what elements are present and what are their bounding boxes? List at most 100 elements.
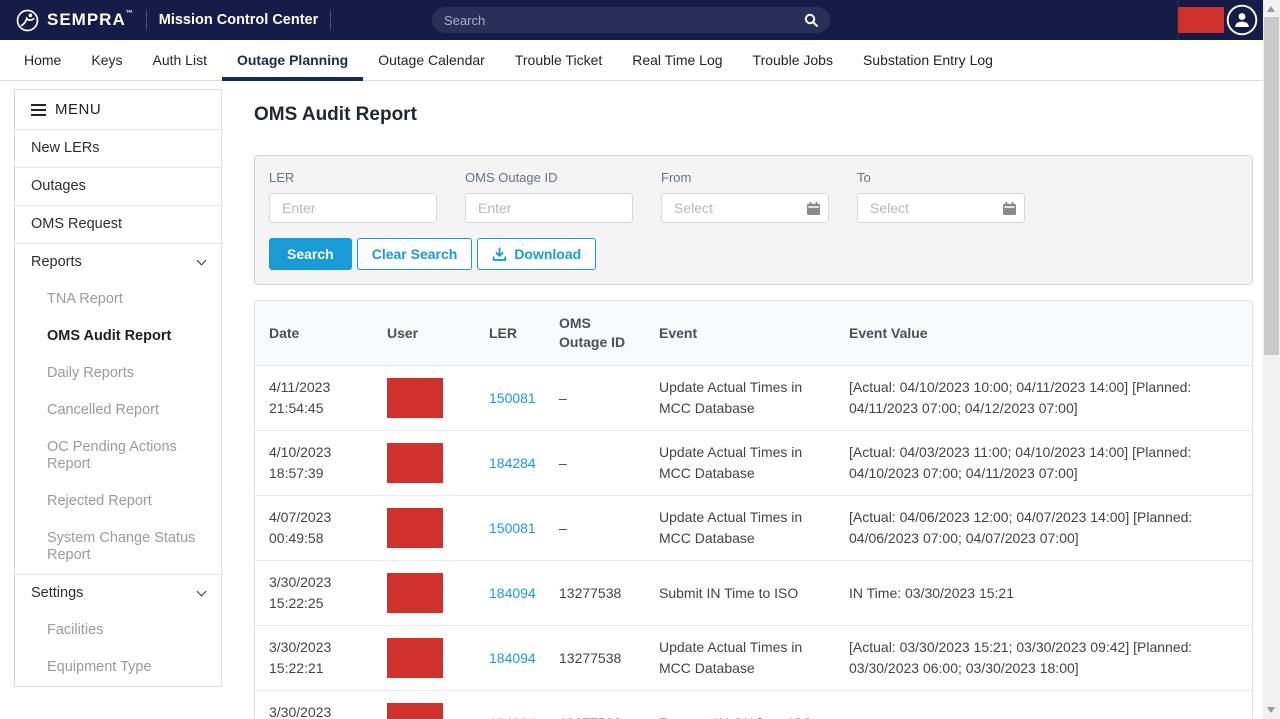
filter-field-from: From — [661, 170, 829, 223]
filter-field-ler: LER — [269, 170, 437, 223]
sidebar-item-label: Reports — [31, 254, 198, 271]
cell-ler: 184094 — [475, 626, 545, 691]
brand-name: SEMPRA™ — [47, 10, 134, 30]
date-value: 3/30/2023 — [269, 702, 365, 719]
chevron-down-icon — [197, 587, 207, 597]
sidebar-item-settings[interactable]: Settings — [15, 574, 221, 612]
calendar-icon[interactable] — [1003, 202, 1016, 215]
ler-link[interactable]: 150081 — [489, 390, 536, 406]
download-button-label: Download — [514, 246, 581, 262]
date-value: 4/10/2023 — [269, 442, 365, 463]
sidebar-item-new-lers[interactable]: New LERs — [15, 129, 221, 167]
redacted-username — [1178, 7, 1224, 33]
search-button[interactable]: Search — [269, 238, 352, 270]
sidebar-item-label: OMS Request — [31, 216, 205, 233]
cell-user — [373, 561, 475, 626]
table-row: 4/10/202318:57:39184284–Update Actual Ti… — [255, 431, 1252, 496]
ler-link[interactable]: 184284 — [489, 455, 536, 471]
cell-date: 3/30/202315:22:07 — [255, 691, 373, 719]
filter-field-to: To — [857, 170, 1025, 223]
nav-tabs: HomeKeysAuth ListOutage PlanningOutage C… — [0, 40, 1280, 81]
time-value: 15:22:21 — [269, 658, 365, 679]
sidebar-item-facilities[interactable]: Facilities — [15, 612, 221, 649]
sidebar-item-label: OMS Audit Report — [47, 328, 205, 345]
calendar-icon[interactable] — [807, 202, 820, 215]
table-row: 4/11/202321:54:45150081–Update Actual Ti… — [255, 366, 1252, 431]
redacted-user — [387, 703, 443, 719]
ler-link[interactable]: 184094 — [489, 715, 536, 719]
cell-oms-outage-id: – — [545, 366, 645, 431]
sidebar-item-rejected-report[interactable]: Rejected Report — [15, 483, 221, 520]
date-value: 4/07/2023 — [269, 507, 365, 528]
time-value: 15:22:25 — [269, 593, 365, 614]
sidebar-item-reports[interactable]: Reports — [15, 243, 221, 281]
to-input[interactable] — [870, 200, 999, 216]
ler-link[interactable]: 184094 — [489, 650, 536, 666]
ler-link[interactable]: 150081 — [489, 520, 536, 536]
table-row: 3/30/202315:22:0718409413277538Request I… — [255, 691, 1252, 719]
sidebar-item-label: Equipment Type — [47, 659, 205, 676]
cell-event-value: [Actual: 04/06/2023 12:00; 04/07/2023 14… — [835, 496, 1252, 561]
chevron-down-icon — [197, 256, 207, 266]
cell-ler: 150081 — [475, 496, 545, 561]
tab-trouble-jobs[interactable]: Trouble Jobs — [738, 40, 848, 80]
tab-auth-list[interactable]: Auth List — [137, 40, 221, 80]
sidebar-item-oc-pending-actions-report[interactable]: OC Pending Actions Report — [15, 429, 221, 483]
scrollbar-thumb[interactable] — [1264, 17, 1279, 355]
time-value: 21:54:45 — [269, 398, 365, 419]
clear-search-button[interactable]: Clear Search — [357, 238, 473, 270]
sidebar-item-outages[interactable]: Outages — [15, 167, 221, 205]
field-label: To — [857, 170, 1025, 185]
oms-outage-id-input[interactable] — [478, 200, 624, 216]
global-search[interactable] — [432, 7, 830, 33]
tab-real-time-log[interactable]: Real Time Log — [617, 40, 737, 80]
sidebar-item-tna-report[interactable]: TNA Report — [15, 281, 221, 318]
sidebar-item-oms-request[interactable]: OMS Request — [15, 205, 221, 243]
sidebar: MENU New LERsOutages OMS Request Reports TN… — [14, 89, 222, 687]
menu-toggle[interactable]: MENU — [15, 90, 221, 129]
cell-ler: 184284 — [475, 431, 545, 496]
cell-oms-outage-id: – — [545, 496, 645, 561]
tab-home[interactable]: Home — [9, 40, 76, 80]
ler-link[interactable]: 184094 — [489, 585, 536, 601]
tab-substation-entry-log[interactable]: Substation Entry Log — [848, 40, 1008, 80]
vertical-scrollbar[interactable] — [1263, 0, 1280, 719]
cell-date: 3/30/202315:22:25 — [255, 561, 373, 626]
redacted-user — [387, 378, 443, 418]
tab-outage-planning[interactable]: Outage Planning — [222, 40, 363, 80]
ler-input[interactable] — [282, 200, 428, 216]
search-icon[interactable] — [804, 13, 818, 27]
cell-date: 4/11/202321:54:45 — [255, 366, 373, 431]
sidebar-item-cancelled-report[interactable]: Cancelled Report — [15, 392, 221, 429]
time-value: 18:57:39 — [269, 463, 365, 484]
app-title: Mission Control Center — [159, 12, 319, 28]
cell-ler: 184094 — [475, 561, 545, 626]
tab-trouble-ticket[interactable]: Trouble Ticket — [500, 40, 617, 80]
menu-label: MENU — [55, 101, 101, 118]
field-label: OMS Outage ID — [465, 170, 633, 185]
cell-oms-outage-id: – — [545, 431, 645, 496]
col-date: Date — [255, 301, 373, 366]
user-avatar[interactable] — [1226, 4, 1258, 36]
sidebar-item-equipment-type[interactable]: Equipment Type — [15, 649, 221, 686]
table-body: 4/11/202321:54:45150081–Update Actual Ti… — [255, 366, 1252, 719]
sidebar-item-system-change-status-report[interactable]: System Change Status Report — [15, 520, 221, 574]
search-button-label: Search — [287, 246, 334, 262]
download-button[interactable]: Download — [477, 238, 596, 270]
sidebar-item-daily-reports[interactable]: Daily Reports — [15, 355, 221, 392]
global-search-input[interactable] — [444, 13, 804, 28]
sidebar-items: New LERsOutages OMS Request Reports TNA Rep… — [15, 129, 221, 686]
col-user: User — [373, 301, 475, 366]
sidebar-item-oms-audit-report[interactable]: OMS Audit Report — [15, 318, 221, 355]
cell-oms-outage-id: 13277538 — [545, 626, 645, 691]
table-header: DateUserLEROMS Outage IDEventEvent Value — [255, 301, 1252, 366]
sidebar-item-label: TNA Report — [47, 291, 205, 308]
scroll-down-arrow[interactable] — [1267, 707, 1275, 713]
scroll-up-arrow[interactable] — [1267, 6, 1275, 12]
hamburger-icon — [31, 109, 46, 111]
tab-keys[interactable]: Keys — [76, 40, 137, 80]
table-row: 3/30/202315:22:2118409413277538Update Ac… — [255, 626, 1252, 691]
from-input[interactable] — [674, 200, 803, 216]
tab-outage-calendar[interactable]: Outage Calendar — [363, 40, 500, 80]
time-value: 00:49:58 — [269, 528, 365, 549]
